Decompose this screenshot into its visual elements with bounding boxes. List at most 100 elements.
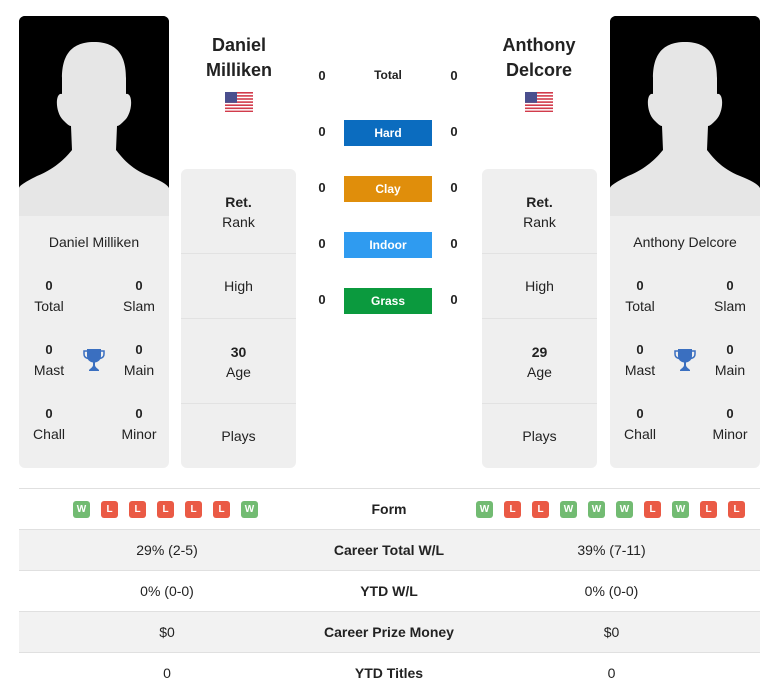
h2h-grass-row: 0 Grass 0 xyxy=(310,288,470,314)
player1-titles-main: 0 Main xyxy=(109,340,169,380)
stat-value: 0 xyxy=(135,278,143,293)
player2-titles-minor: 0 Minor xyxy=(700,404,760,444)
form-win-badge[interactable]: W xyxy=(560,501,577,518)
career-total-wl-label: Career Total W/L xyxy=(333,542,445,558)
h2h-indoor-p1: 0 xyxy=(318,236,326,251)
table-row: 0% (0-0) YTD W/L 0% (0-0) xyxy=(19,571,760,612)
form-loss-badge[interactable]: L xyxy=(644,501,661,518)
trophy-icon xyxy=(673,347,697,373)
age-value: 29 xyxy=(531,344,548,360)
form-loss-badge[interactable]: L xyxy=(101,501,118,518)
stat-label: Chall xyxy=(624,426,656,442)
player2-card-name: Anthony Delcore xyxy=(633,234,737,250)
h2h-grass-p1: 0 xyxy=(318,292,326,307)
stat-value: 0 xyxy=(135,406,143,421)
grass-surface-badge[interactable]: Grass xyxy=(344,288,432,314)
stat-label: Main xyxy=(714,362,746,378)
clay-surface-badge[interactable]: Clay xyxy=(344,176,432,202)
form-loss-badge[interactable]: L xyxy=(129,501,146,518)
us-flag-icon xyxy=(225,92,253,112)
player1-rank: Ret. Rank xyxy=(181,192,296,232)
form-win-badge[interactable]: W xyxy=(672,501,689,518)
form-loss-badge[interactable]: L xyxy=(728,501,745,518)
player1-titles-mast: 0 Mast xyxy=(19,340,79,380)
trophy-icon xyxy=(82,347,106,373)
h2h-total-p1: 0 xyxy=(318,68,326,83)
player1-titles-minor: 0 Minor xyxy=(109,404,169,444)
player1-high: High xyxy=(181,276,296,296)
rank-value: Ret. xyxy=(526,194,553,210)
stat-value: 0 xyxy=(636,342,644,357)
player1-titles-slam: 0 Slam xyxy=(109,276,169,316)
player1-ytd-titles: 0 xyxy=(163,665,171,681)
stat-label: Mast xyxy=(33,362,65,378)
divider xyxy=(181,318,296,319)
h2h-clay-row: 0 Clay 0 xyxy=(310,176,470,202)
form-win-badge[interactable]: W xyxy=(73,501,90,518)
h2h-hard-p2: 0 xyxy=(450,124,458,139)
stat-value: 0 xyxy=(45,406,53,421)
divider xyxy=(482,403,597,404)
form-loss-badge[interactable]: L xyxy=(700,501,717,518)
ytd-wl-label: YTD W/L xyxy=(360,583,418,599)
age-label: Age xyxy=(527,364,552,380)
h2h-hard-p1: 0 xyxy=(318,124,326,139)
h2h-clay-p1: 0 xyxy=(318,180,326,195)
stat-label: Total xyxy=(34,298,64,314)
form-loss-badge[interactable]: L xyxy=(185,501,202,518)
plays-label: Plays xyxy=(221,428,256,444)
table-row: 29% (2-5) Career Total W/L 39% (7-11) xyxy=(19,530,760,571)
high-label: High xyxy=(525,278,554,294)
player1-titles-chall: 0 Chall xyxy=(19,404,79,444)
player2-titles-mast: 0 Mast xyxy=(610,340,670,380)
form-loss-badge[interactable]: L xyxy=(213,501,230,518)
form-loss-badge[interactable]: L xyxy=(157,501,174,518)
stat-label: Main xyxy=(123,362,155,378)
divider xyxy=(482,318,597,319)
form-loss-badge[interactable]: L xyxy=(504,501,521,518)
player1-photo xyxy=(19,16,169,216)
form-win-badge[interactable]: W xyxy=(241,501,258,518)
stat-label: Slam xyxy=(714,298,746,314)
stat-label: Minor xyxy=(712,426,748,442)
player2-career-prize-money: $0 xyxy=(603,624,620,640)
rank-value: Ret. xyxy=(225,194,252,210)
plays-label: Plays xyxy=(522,428,557,444)
player1-career-total-wl: 29% (2-5) xyxy=(136,542,198,558)
player2-rank: Ret. Rank xyxy=(482,192,597,232)
player2-titles-slam: 0 Slam xyxy=(700,276,760,316)
player2-age: 29 Age xyxy=(482,342,597,382)
stat-value: 0 xyxy=(135,342,143,357)
indoor-surface-badge[interactable]: Indoor xyxy=(344,232,432,258)
stat-value: 0 xyxy=(636,406,644,421)
rank-label: Rank xyxy=(523,214,556,230)
form-loss-badge[interactable]: L xyxy=(532,501,549,518)
player2-titles-total: 0 Total xyxy=(610,276,670,316)
h2h-indoor-p2: 0 xyxy=(450,236,458,251)
form-win-badge[interactable]: W xyxy=(616,501,633,518)
player1-rank-panel: Ret. Rank High 30 Age Plays xyxy=(181,169,296,468)
player2-last-name: Delcore xyxy=(505,60,573,80)
player2-ytd-wl: 0% (0-0) xyxy=(584,583,639,599)
form-win-badge[interactable]: W xyxy=(476,501,493,518)
player2-name[interactable]: Anthony Delcore xyxy=(474,33,604,83)
h2h-hard-row: 0 Hard 0 xyxy=(310,120,470,146)
hard-surface-badge[interactable]: Hard xyxy=(344,120,432,146)
us-flag-icon xyxy=(525,92,553,112)
form-win-badge[interactable]: W xyxy=(588,501,605,518)
player1-career-prize-money: $0 xyxy=(159,624,175,640)
player1-titles-total: 0 Total xyxy=(19,276,79,316)
stat-value: 0 xyxy=(726,342,734,357)
player2-titles-main: 0 Main xyxy=(700,340,760,380)
stat-value: 0 xyxy=(636,278,644,293)
divider xyxy=(482,253,597,254)
player1-name[interactable]: Daniel Milliken xyxy=(174,33,304,83)
h2h-indoor-row: 0 Indoor 0 xyxy=(310,232,470,258)
player1-first-name: Daniel xyxy=(211,35,267,55)
age-label: Age xyxy=(226,364,251,380)
rank-label: Rank xyxy=(222,214,255,230)
stat-label: Total xyxy=(625,298,655,314)
player1-form: WLLLLLW xyxy=(73,501,258,518)
h2h-grass-p2: 0 xyxy=(450,292,458,307)
career-prize-money-label: Career Prize Money xyxy=(324,624,454,640)
